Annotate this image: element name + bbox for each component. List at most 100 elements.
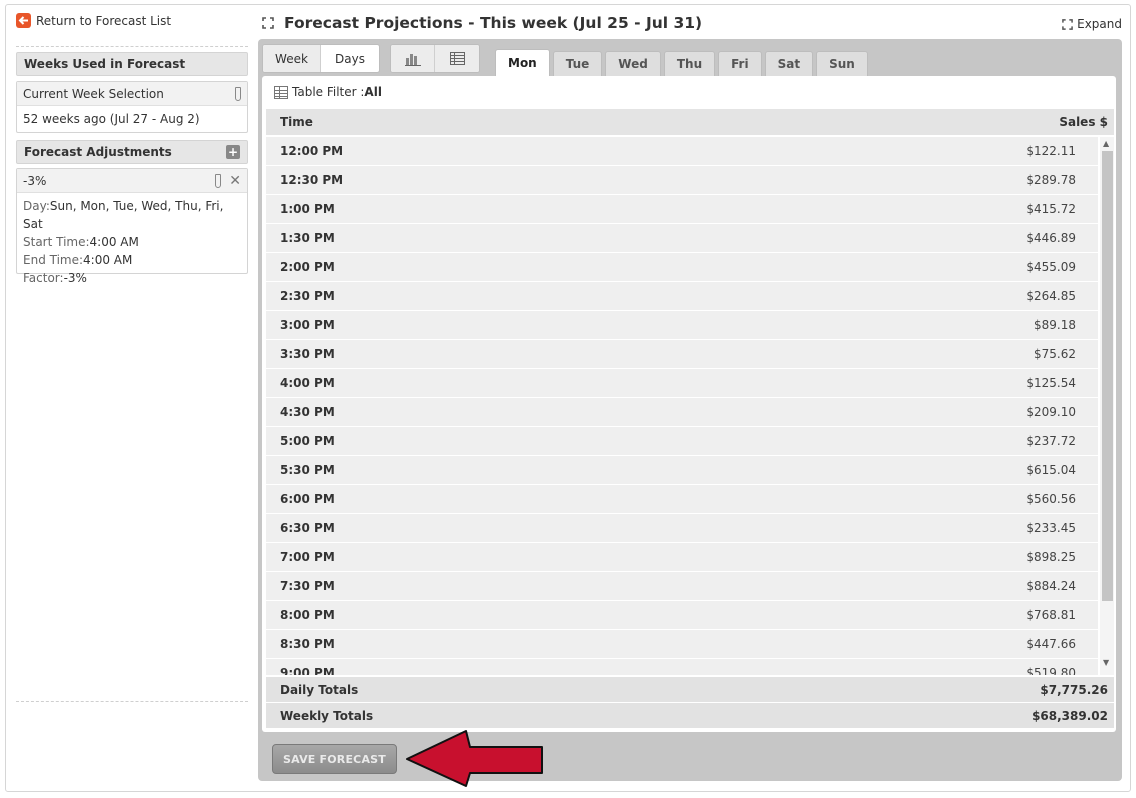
delete-x-icon[interactable]: ✕ [229, 173, 241, 189]
row-sales: $446.89 [1026, 231, 1076, 245]
week-view-button[interactable]: Week [263, 45, 321, 72]
row-time: 2:30 PM [280, 289, 335, 303]
table-row: 12:00 PM $122.11 [266, 137, 1098, 166]
weekly-totals-label: Weekly Totals [280, 708, 374, 723]
row-sales: $209.10 [1026, 405, 1076, 419]
adjustment-factor: Factor:-3% [23, 269, 241, 287]
save-forecast-button[interactable]: SAVE FORECAST [272, 744, 397, 774]
row-time: 2:00 PM [280, 260, 335, 274]
row-time: 7:00 PM [280, 550, 335, 564]
scroll-up-icon[interactable]: ▲ [1103, 139, 1109, 148]
tab-wed[interactable]: Wed [605, 51, 661, 76]
edit-pencil-icon[interactable] [235, 86, 241, 101]
row-sales: $898.25 [1026, 550, 1076, 564]
tab-sun[interactable]: Sun [816, 51, 868, 76]
expand-button[interactable]: Expand [1062, 17, 1122, 31]
row-time: 1:30 PM [280, 231, 335, 245]
current-week-value: 52 weeks ago (Jul 27 - Aug 2) [23, 112, 200, 126]
current-week-box: Current Week Selection 52 weeks ago (Jul… [16, 81, 248, 133]
row-sales: $122.11 [1026, 144, 1076, 158]
weeks-used-heading: Weeks Used in Forecast [16, 52, 248, 76]
divider [16, 701, 248, 702]
daily-totals-row: Daily Totals $7,775.26 [266, 677, 1114, 702]
row-time: 8:30 PM [280, 637, 335, 651]
day-tabs: Mon Tue Wed Thu Fri Sat Sun [495, 49, 868, 76]
table-filter-icon [274, 85, 288, 99]
row-sales: $125.54 [1026, 376, 1076, 390]
row-sales: $455.09 [1026, 260, 1076, 274]
row-time: 4:30 PM [280, 405, 335, 419]
table-row: 1:30 PM $446.89 [266, 224, 1098, 253]
end-time-label: End Time: [23, 253, 84, 267]
row-time: 4:00 PM [280, 376, 335, 390]
row-sales: $447.66 [1026, 637, 1076, 651]
return-to-forecast-list-link[interactable]: Return to Forecast List [16, 13, 171, 28]
display-mode-toggle [390, 44, 480, 73]
forecast-adjustments-heading: Forecast Adjustments + [16, 140, 248, 164]
table-body: 12:00 PM $122.11 12:30 PM $289.78 1:00 PM $41… [266, 137, 1114, 675]
col-sales-header[interactable]: Sales $ [1059, 115, 1108, 129]
table-row: 3:30 PM $75.62 [266, 340, 1098, 369]
row-sales: $75.62 [1034, 347, 1076, 361]
table-row: 7:30 PM $884.24 [266, 572, 1098, 601]
col-time-header[interactable]: Time [280, 115, 313, 129]
back-arrow-icon [16, 13, 31, 28]
daily-totals-value: $7,775.26 [1040, 682, 1108, 697]
table-header: Time Sales $ [266, 109, 1114, 135]
row-sales: $289.78 [1026, 173, 1076, 187]
tab-thu[interactable]: Thu [663, 51, 716, 76]
table-row: 3:00 PM $89.18 [266, 311, 1098, 340]
scroll-down-icon[interactable]: ▼ [1103, 658, 1109, 667]
table-row: 2:30 PM $264.85 [266, 282, 1098, 311]
row-time: 7:30 PM [280, 579, 335, 593]
row-sales: $415.72 [1026, 202, 1076, 216]
fullscreen-corners-icon [262, 17, 284, 29]
row-time: 5:30 PM [280, 463, 335, 477]
tab-tue[interactable]: Tue [552, 51, 603, 76]
tab-sat[interactable]: Sat [764, 51, 814, 76]
row-time: 3:00 PM [280, 318, 335, 332]
bar-chart-view-button[interactable] [391, 45, 436, 72]
table-scrollbar[interactable]: ▲ ▼ [1100, 137, 1114, 675]
adjustment-start: Start Time:4:00 AM [23, 233, 241, 251]
day-label: Day: [23, 199, 50, 213]
day-value: Sun, Mon, Tue, Wed, Thu, Fri, Sat [23, 199, 224, 231]
row-sales: $519.80 [1026, 666, 1076, 675]
table-filter-value: All [364, 85, 382, 99]
adjustment-end: End Time:4:00 AM [23, 251, 241, 269]
table-filter-label: Table Filter : [292, 85, 365, 99]
table-filter[interactable]: Table Filter : All [274, 85, 382, 99]
table-row: 9:00 PM $519.80 [266, 659, 1098, 675]
adjustment-card: -3% ✕ Day:Sun, Mon, Tue, Wed, Thu, Fri, … [16, 168, 248, 285]
table-row: 5:30 PM $615.04 [266, 456, 1098, 485]
table-row: 12:30 PM $289.78 [266, 166, 1098, 195]
factor-label: Factor: [23, 271, 64, 285]
table-view-button[interactable] [435, 45, 479, 72]
table-row: 4:00 PM $125.54 [266, 369, 1098, 398]
return-link-label: Return to Forecast List [36, 13, 172, 28]
row-sales: $884.24 [1026, 579, 1076, 593]
table-row: 1:00 PM $415.72 [266, 195, 1098, 224]
row-time: 6:30 PM [280, 521, 335, 535]
weekly-totals-row: Weekly Totals $68,389.02 [266, 703, 1114, 728]
row-sales: $264.85 [1026, 289, 1076, 303]
expand-icon [1062, 18, 1073, 30]
scrollbar-thumb[interactable] [1102, 151, 1113, 601]
weekly-totals-value: $68,389.02 [1032, 708, 1108, 723]
table-row: 5:00 PM $237.72 [266, 427, 1098, 456]
adjustment-day: Day:Sun, Mon, Tue, Wed, Thu, Fri, Sat [23, 197, 241, 233]
tab-fri[interactable]: Fri [718, 51, 762, 76]
daily-totals-label: Daily Totals [280, 682, 359, 697]
table-row: 8:30 PM $447.66 [266, 630, 1098, 659]
row-time: 5:00 PM [280, 434, 335, 448]
add-adjustment-icon[interactable]: + [226, 145, 240, 159]
view-mode-toggle: Week Days [262, 44, 380, 73]
edit-pencil-icon[interactable] [215, 173, 222, 188]
adjustment-title: -3% [23, 173, 47, 188]
row-sales: $233.45 [1026, 521, 1076, 535]
table-row: 2:00 PM $455.09 [266, 253, 1098, 282]
start-time-label: Start Time: [23, 235, 90, 249]
row-time: 9:00 PM [280, 666, 335, 675]
days-view-button[interactable]: Days [321, 45, 379, 72]
tab-mon[interactable]: Mon [495, 49, 550, 76]
